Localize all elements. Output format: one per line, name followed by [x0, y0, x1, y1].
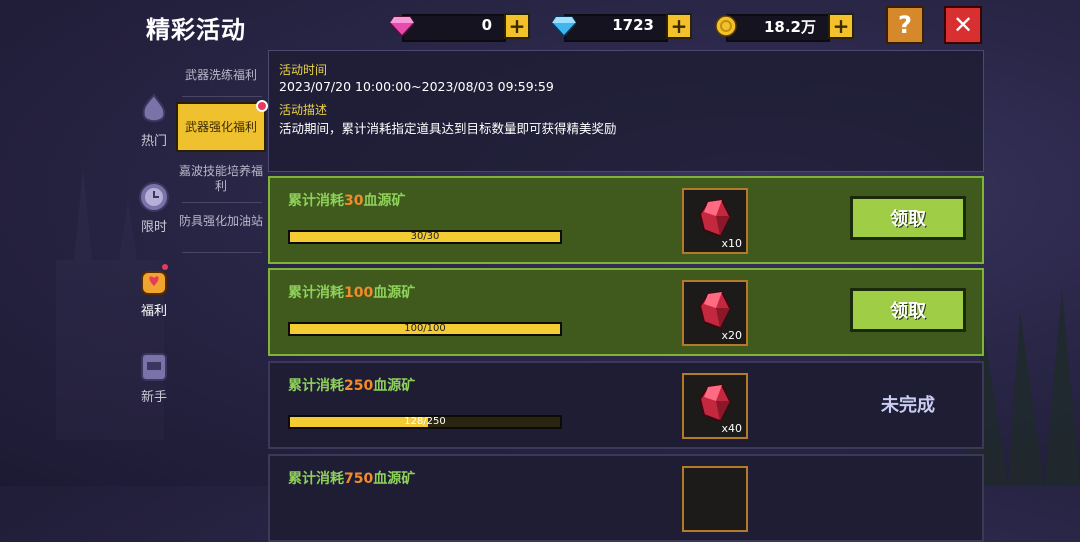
reward-item[interactable] — [682, 466, 748, 532]
diamond-amount: 1723 — [612, 16, 654, 34]
gold-amount: 18.2万 — [763, 18, 816, 36]
submenu-item-skill-training[interactable]: 嘉波技能培养福利 — [176, 164, 266, 194]
category-label: 热门 — [140, 134, 167, 149]
pink-gem-icon — [388, 12, 416, 40]
reward-row: 累计消耗250血源矿 128/250 x40 未完成 — [268, 361, 984, 449]
blue-diamond-icon — [550, 12, 578, 40]
reward-row: 累计消耗30血源矿 30/30 x10 领取 — [268, 176, 984, 264]
add-gem-button[interactable]: + — [504, 13, 530, 39]
event-desc-value: 活动期间，累计消耗指定道具达到目标数量即可获得精美奖励 — [279, 121, 617, 136]
hot-flame-icon — [136, 92, 172, 128]
gold-coin-icon — [712, 12, 740, 40]
item-count: x40 — [721, 422, 742, 435]
category-limited[interactable]: 限时 — [132, 178, 176, 235]
category-label: 新手 — [140, 390, 167, 405]
event-time-heading: 活动时间 — [279, 63, 328, 77]
item-count: x10 — [721, 237, 742, 250]
reward-item[interactable]: x40 — [682, 373, 748, 439]
claim-button[interactable]: 领取 — [850, 288, 966, 332]
progress-bar: 30/30 — [288, 230, 562, 244]
currency-gold: 18.2万 + — [712, 12, 854, 42]
reward-row: 累计消耗750血源矿 — [268, 454, 984, 542]
incomplete-status: 未完成 — [881, 395, 935, 416]
reward-row: 累计消耗100血源矿 100/100 x20 领取 — [268, 268, 984, 356]
reward-title: 累计消耗250血源矿 — [288, 378, 416, 394]
blood-ore-icon — [698, 290, 732, 330]
progress-text: 128/250 — [404, 416, 446, 427]
close-button[interactable]: ✕ — [944, 6, 982, 44]
submenu-item-armor-enhance[interactable]: 防具强化加油站 — [176, 214, 266, 229]
novice-helmet-icon — [136, 348, 172, 384]
gift-bag-icon — [136, 262, 172, 298]
clock-icon — [136, 178, 172, 214]
submenu-item-weapon-refine[interactable]: 武器洗练福利 — [176, 68, 266, 83]
blood-ore-icon — [698, 383, 732, 423]
progress-text: 100/100 — [404, 323, 446, 334]
blood-ore-icon — [698, 198, 732, 238]
category-label: 限时 — [140, 220, 167, 235]
progress-bar: 128/250 — [288, 415, 562, 429]
gem-amount: 0 — [481, 16, 492, 34]
submenu-item-label: 武器强化福利 — [184, 119, 257, 134]
category-hot[interactable]: 热门 — [132, 92, 176, 149]
item-count: x20 — [721, 329, 742, 342]
progress-text: 30/30 — [410, 231, 440, 242]
category-label: 福利 — [140, 304, 167, 319]
reward-item[interactable]: x10 — [682, 188, 748, 254]
add-diamond-button[interactable]: + — [666, 13, 692, 39]
submenu-item-weapon-enhance[interactable]: 武器强化福利 — [176, 100, 268, 152]
help-button[interactable]: ? — [886, 6, 924, 44]
currency-diamond: 1723 + — [550, 12, 692, 42]
page-title: 精彩活动 — [146, 16, 246, 44]
currency-gem: 0 + — [388, 12, 530, 42]
category-welfare[interactable]: 福利 — [132, 262, 176, 319]
reward-title: 累计消耗30血源矿 — [288, 193, 406, 209]
reward-title: 累计消耗750血源矿 — [288, 471, 416, 487]
claim-button[interactable]: 领取 — [850, 196, 966, 240]
reward-item[interactable]: x20 — [682, 280, 748, 346]
event-info-panel: 活动时间 2023/07/20 10:00:00~2023/08/03 09:5… — [268, 50, 984, 172]
progress-bar: 100/100 — [288, 322, 562, 336]
event-time-value: 2023/07/20 10:00:00~2023/08/03 09:59:59 — [279, 79, 554, 94]
event-desc-heading: 活动描述 — [279, 103, 328, 117]
reward-title: 累计消耗100血源矿 — [288, 285, 416, 301]
notification-dot — [256, 100, 268, 112]
add-gold-button[interactable]: + — [828, 13, 854, 39]
category-novice[interactable]: 新手 — [132, 348, 176, 405]
